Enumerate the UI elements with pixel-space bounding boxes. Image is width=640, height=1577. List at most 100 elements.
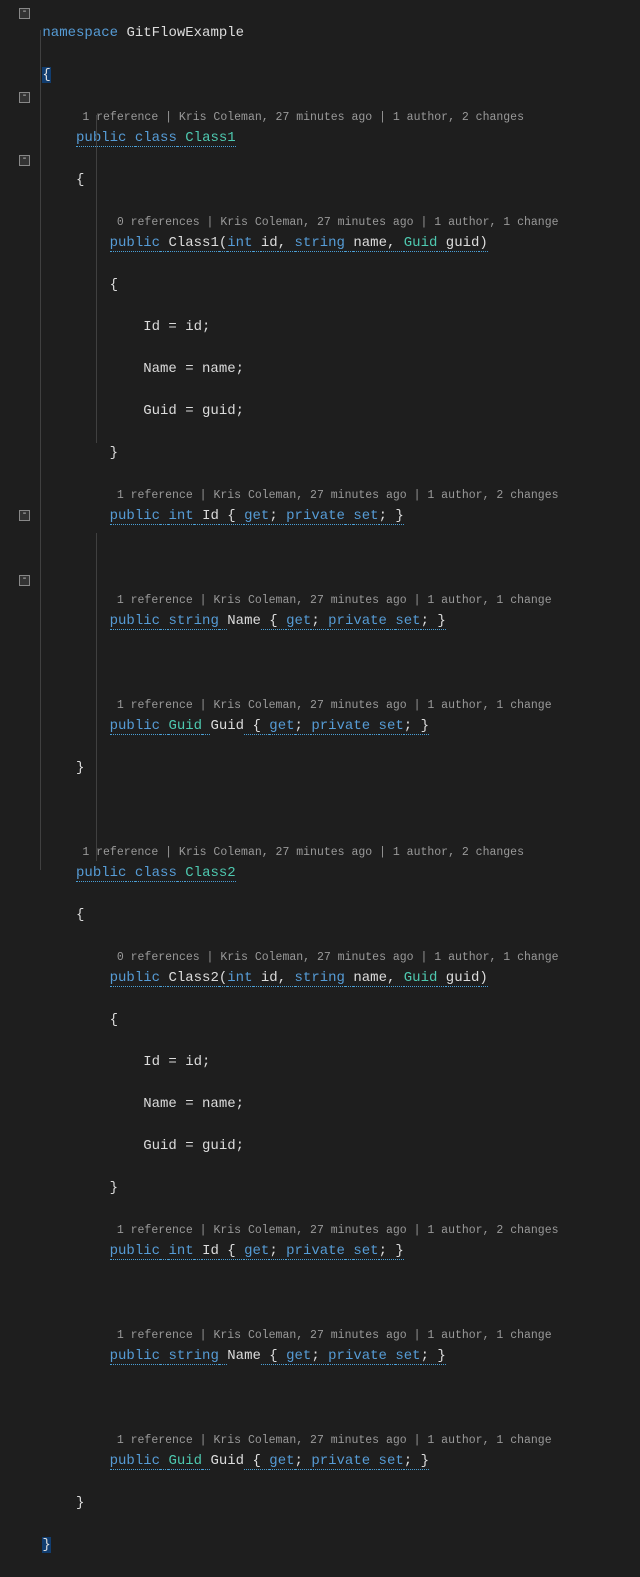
keyword-public: public: [110, 1453, 160, 1470]
keyword-set: set: [395, 613, 420, 630]
ctor1-open: {: [34, 275, 640, 296]
codelens-prop-id1[interactable]: 1 reference | Kris Coleman, 27 minutes a…: [34, 485, 559, 506]
prop-name: Name: [227, 1348, 261, 1364]
fold-gutter: - - - - -: [0, 0, 34, 892]
open-brace: {: [34, 65, 640, 86]
prop-type: Guid: [168, 1453, 202, 1470]
param-name: guid: [446, 235, 480, 252]
blank-line: [34, 653, 640, 674]
keyword-get: get: [269, 718, 294, 735]
keyword-private: private: [328, 613, 387, 630]
prop-type: int: [168, 508, 193, 525]
ctor-name: Class2: [168, 970, 218, 987]
prop-name2: public string Name { get; private set; }: [34, 1346, 640, 1367]
keyword-public: public: [76, 130, 126, 147]
indent-guide: [96, 115, 97, 443]
codelens-prop-name2[interactable]: 1 reference | Kris Coleman, 27 minutes a…: [34, 1325, 552, 1346]
fold-class2-icon[interactable]: -: [19, 510, 30, 521]
indent-guide: [96, 533, 97, 861]
namespace-identifier: GitFlowExample: [126, 25, 244, 41]
keyword-get: get: [286, 1348, 311, 1365]
blank-line: [34, 1388, 640, 1409]
class2-decl: public class Class2: [34, 863, 640, 884]
param-name: id: [261, 235, 278, 252]
brace-open: {: [42, 67, 50, 83]
keyword-get: get: [269, 1453, 294, 1470]
ctor1-close: }: [34, 443, 640, 464]
keyword-private: private: [286, 508, 345, 525]
class1-decl: public class Class1: [34, 128, 640, 149]
keyword-public: public: [110, 1243, 160, 1260]
prop-guid2: public Guid Guid { get; private set; }: [34, 1451, 640, 1472]
prop-type: Guid: [168, 718, 202, 735]
prop-type: string: [168, 613, 218, 630]
param-name: name: [353, 970, 387, 987]
param-type: Guid: [404, 235, 438, 252]
keyword-set: set: [395, 1348, 420, 1365]
blank-line: [34, 800, 640, 821]
param-type: int: [227, 235, 252, 252]
keyword-set: set: [379, 718, 404, 735]
ctor2-body3: Guid = guid;: [34, 1136, 640, 1157]
prop-guid1: public Guid Guid { get; private set; }: [34, 716, 640, 737]
class2-close: }: [34, 1493, 640, 1514]
blank-line: [34, 1283, 640, 1304]
keyword-class: class: [135, 130, 177, 147]
param-name: name: [353, 235, 387, 252]
ctor1-body2: Name = name;: [34, 359, 640, 380]
ctor2-body1: Id = id;: [34, 1052, 640, 1073]
fold-ctor1-icon[interactable]: -: [19, 155, 30, 166]
param-type: string: [295, 235, 345, 252]
param-type: string: [295, 970, 345, 987]
prop-name: Name: [227, 613, 261, 629]
prop-type: string: [168, 1348, 218, 1365]
prop-name: Guid: [210, 1453, 244, 1469]
keyword-get: get: [286, 613, 311, 630]
codelens-ctor2[interactable]: 0 references | Kris Coleman, 27 minutes …: [34, 947, 559, 968]
class-name: Class1: [185, 130, 235, 147]
keyword-private: private: [286, 1243, 345, 1260]
class2-open: {: [34, 905, 640, 926]
prop-name: Id: [202, 1243, 219, 1260]
codelens-ctor1[interactable]: 0 references | Kris Coleman, 27 minutes …: [34, 212, 559, 233]
keyword-set: set: [353, 1243, 378, 1260]
fold-class1-icon[interactable]: -: [19, 92, 30, 103]
keyword-set: set: [379, 1453, 404, 1470]
keyword-get: get: [244, 508, 269, 525]
keyword-public: public: [110, 718, 160, 735]
keyword-private: private: [328, 1348, 387, 1365]
ctor2-open: {: [34, 1010, 640, 1031]
codelens-class1[interactable]: 1 reference | Kris Coleman, 27 minutes a…: [34, 107, 524, 128]
prop-id1: public int Id { get; private set; }: [34, 506, 640, 527]
keyword-get: get: [244, 1243, 269, 1260]
keyword-private: private: [311, 1453, 370, 1470]
fold-namespace-icon[interactable]: -: [19, 8, 30, 19]
prop-type: int: [168, 1243, 193, 1260]
ctor2-close: }: [34, 1178, 640, 1199]
keyword-public: public: [110, 970, 160, 987]
codelens-prop-id2[interactable]: 1 reference | Kris Coleman, 27 minutes a…: [34, 1220, 559, 1241]
prop-name: Guid: [210, 718, 244, 734]
param-name: id: [261, 970, 278, 987]
class1-open: {: [34, 170, 640, 191]
codelens-class2[interactable]: 1 reference | Kris Coleman, 27 minutes a…: [34, 842, 524, 863]
indent-guide: [40, 30, 41, 870]
keyword-set: set: [353, 508, 378, 525]
fold-ctor2-icon[interactable]: -: [19, 575, 30, 586]
param-name: guid: [446, 970, 480, 987]
param-type: Guid: [404, 970, 438, 987]
codelens-prop-name1[interactable]: 1 reference | Kris Coleman, 27 minutes a…: [34, 590, 552, 611]
brace-close: }: [42, 1537, 50, 1553]
ctor1-body1: Id = id;: [34, 317, 640, 338]
prop-name: Id: [202, 508, 219, 525]
namespace-close: }: [34, 1535, 640, 1556]
codelens-prop-guid2[interactable]: 1 reference | Kris Coleman, 27 minutes a…: [34, 1430, 552, 1451]
keyword-namespace: namespace: [42, 25, 118, 41]
keyword-public: public: [110, 613, 160, 630]
ctor1-body3: Guid = guid;: [34, 401, 640, 422]
blank-line: [34, 548, 640, 569]
codelens-prop-guid1[interactable]: 1 reference | Kris Coleman, 27 minutes a…: [34, 695, 552, 716]
keyword-public: public: [110, 235, 160, 252]
class-name: Class2: [185, 865, 235, 882]
keyword-public: public: [110, 508, 160, 525]
